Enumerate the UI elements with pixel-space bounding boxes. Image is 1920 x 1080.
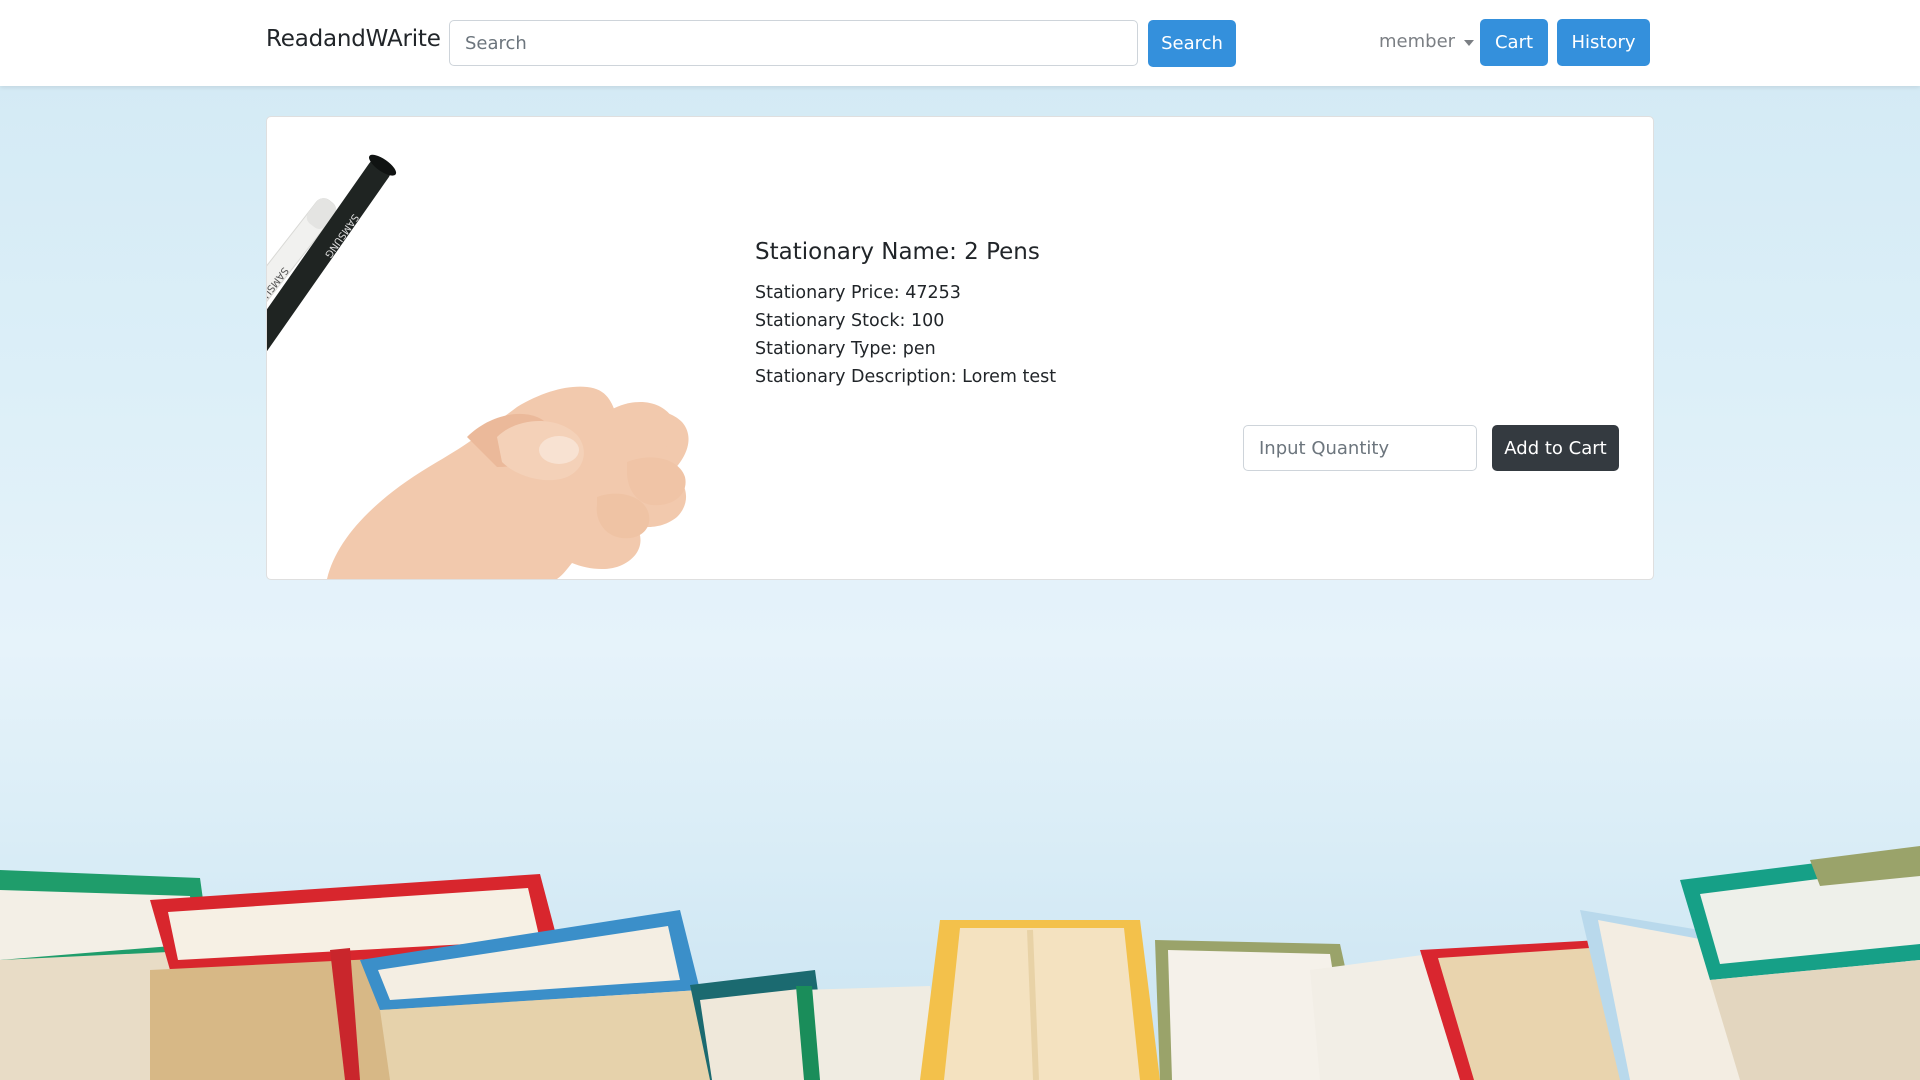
history-button[interactable]: History <box>1557 19 1650 66</box>
search-button[interactable]: Search <box>1148 20 1236 67</box>
member-label: member <box>1379 31 1456 52</box>
product-stock: Stationary Stock: 100 <box>755 311 945 331</box>
product-card: SAMSUNG SAMSUNG Stationary Name: 2 Pens … <box>266 116 1654 580</box>
cart-button[interactable]: Cart <box>1480 19 1548 66</box>
top-navbar: ReadandWArite Search member Cart History <box>0 0 1920 86</box>
brand-logo[interactable]: ReadandWArite <box>266 26 441 52</box>
product-price: Stationary Price: 47253 <box>755 283 961 303</box>
product-name: Stationary Name: 2 Pens <box>755 239 1040 265</box>
member-dropdown[interactable]: member <box>1379 31 1475 52</box>
search-input[interactable] <box>449 20 1138 66</box>
add-to-cart-button[interactable]: Add to Cart <box>1492 425 1619 471</box>
quantity-input[interactable] <box>1243 425 1477 471</box>
product-description: Stationary Description: Lorem test <box>755 367 1057 387</box>
books-background-image <box>0 846 1920 1080</box>
product-type: Stationary Type: pen <box>755 339 936 359</box>
caret-down-icon <box>1464 39 1475 46</box>
product-info: Stationary Name: 2 Pens Stationary Price… <box>755 239 1056 391</box>
product-image: SAMSUNG SAMSUNG <box>267 154 689 579</box>
